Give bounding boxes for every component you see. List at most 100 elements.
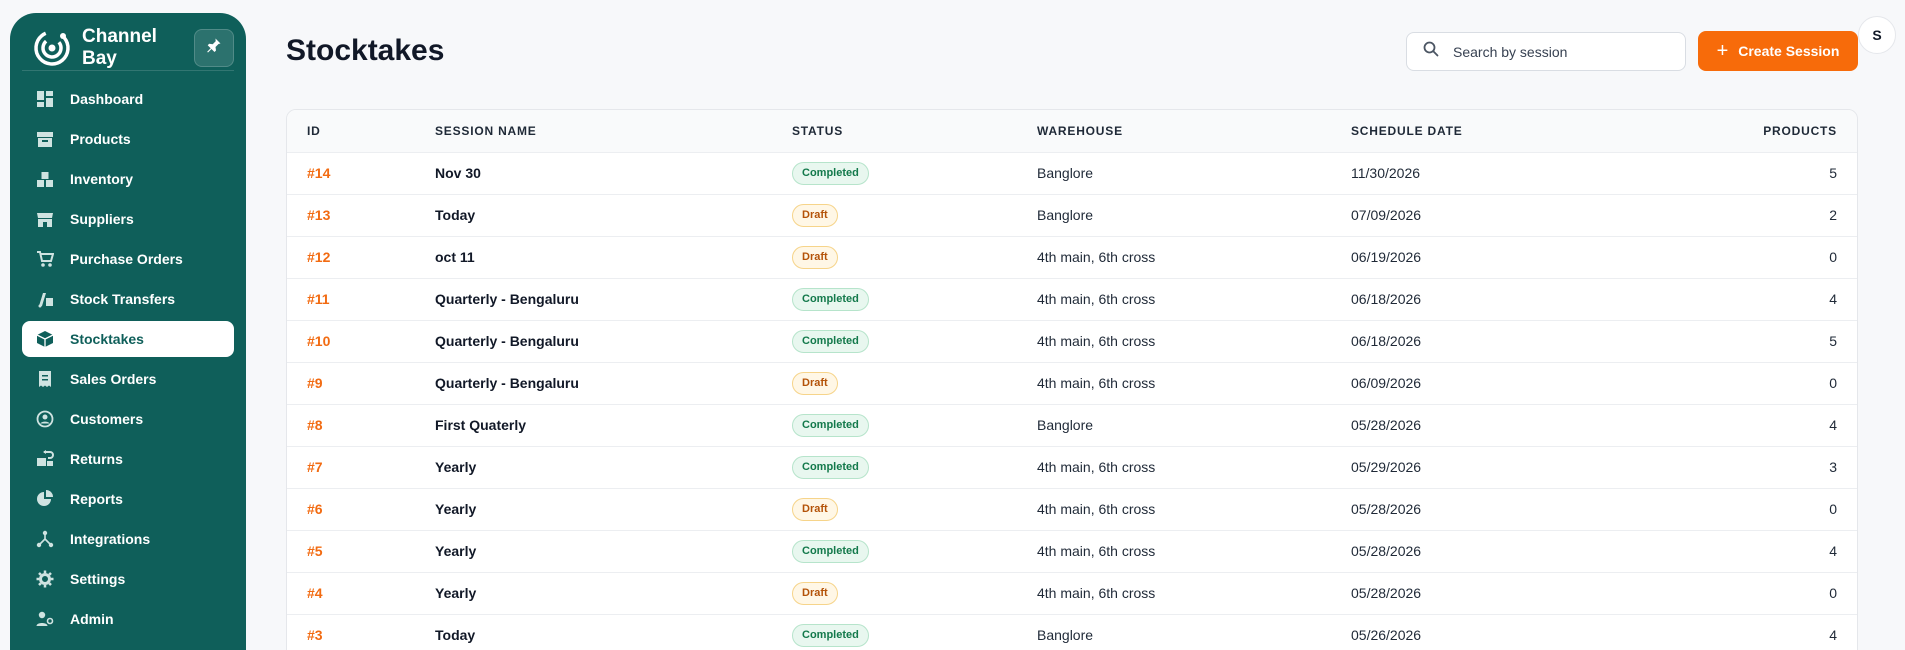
dashboard-icon (36, 90, 54, 108)
products-count-cell: 4 (1829, 291, 1837, 307)
cart-icon (36, 250, 54, 268)
table-header-row: ID SESSION NAME STATUS WAREHOUSE SCHEDUL… (287, 110, 1857, 152)
warehouse-cell: 4th main, 6th cross (1037, 291, 1156, 307)
column-header-products[interactable]: PRODUCTS (1631, 110, 1857, 152)
table-row[interactable]: #11 Quarterly - Bengaluru Completed 4th mai… (287, 278, 1857, 320)
page-title: Stocktakes (286, 34, 445, 67)
products-count-cell: 0 (1829, 249, 1837, 265)
sidebar-item-label: Settings (70, 571, 126, 587)
warehouse-cell: 4th main, 6th cross (1037, 543, 1156, 559)
customers-icon (36, 410, 54, 428)
sidebar-nav: Dashboard Products Inventory Suppliers Purch… (22, 81, 234, 637)
sidebar-item-stocktakes[interactable]: Stocktakes (22, 321, 234, 357)
search-icon (1423, 41, 1439, 62)
session-id-link[interactable]: #8 (287, 404, 415, 446)
sidebar-item-stock-transfers[interactable]: Stock Transfers (22, 281, 234, 317)
products-count-cell: 0 (1829, 501, 1837, 517)
session-id-link[interactable]: #3 (287, 614, 415, 650)
table-row[interactable]: #14 Nov 30 Completed Banglore 11/30/2026 5 (287, 152, 1857, 194)
sidebar-item-label: Stock Transfers (70, 291, 176, 307)
products-icon (36, 130, 54, 148)
schedule-date-cell: 11/30/2026 (1351, 165, 1421, 181)
table-row[interactable]: #12 oct 11 Draft 4th main, 6th cross 06/19/2… (287, 236, 1857, 278)
products-count-cell: 4 (1829, 543, 1837, 559)
status-badge: Completed (792, 329, 869, 353)
search-input[interactable] (1453, 43, 1673, 60)
session-id-link[interactable]: #7 (287, 446, 415, 488)
warehouse-cell: 4th main, 6th cross (1037, 249, 1156, 265)
warehouse-cell: 4th main, 6th cross (1037, 501, 1156, 517)
warehouse-cell: Banglore (1037, 417, 1094, 433)
schedule-date-cell: 05/28/2026 (1351, 501, 1422, 517)
create-session-button[interactable]: + Create Session (1698, 31, 1858, 71)
column-header-schedule-date[interactable]: SCHEDULE DATE (1331, 110, 1631, 152)
products-count-cell: 2 (1829, 207, 1837, 223)
session-id-link[interactable]: #6 (287, 488, 415, 530)
box-icon (36, 330, 54, 348)
pin-sidebar-button[interactable] (194, 28, 234, 67)
sidebar-item-sales-orders[interactable]: Sales Orders (22, 361, 234, 397)
table-row[interactable]: #5 Yearly Completed 4th main, 6th cross 05/2… (287, 530, 1857, 572)
table-row[interactable]: #4 Yearly Draft 4th main, 6th cross 05/28/20… (287, 572, 1857, 614)
session-name: Quarterly - Bengaluru (435, 333, 579, 349)
sidebar-item-label: Admin (70, 611, 114, 627)
gear-icon (36, 570, 54, 588)
sidebar-item-returns[interactable]: Returns (22, 441, 234, 477)
warehouse-cell: 4th main, 6th cross (1037, 375, 1156, 391)
sidebar-item-admin[interactable]: Admin (22, 601, 234, 637)
suppliers-icon (36, 210, 54, 228)
sidebar-item-label: Purchase Orders (70, 251, 183, 267)
sidebar-item-inventory[interactable]: Inventory (22, 161, 234, 197)
sidebar-item-label: Suppliers (70, 211, 134, 227)
session-id-link[interactable]: #5 (287, 530, 415, 572)
session-name: Nov 30 (435, 165, 481, 181)
status-badge: Completed (792, 539, 869, 563)
session-id-link[interactable]: #11 (287, 278, 415, 320)
channel-bay-logo-icon (32, 28, 72, 68)
table-row[interactable]: #10 Quarterly - Bengaluru Completed 4th mai… (287, 320, 1857, 362)
sidebar-item-label: Returns (70, 451, 123, 467)
user-avatar[interactable]: S (1858, 16, 1896, 54)
table-row[interactable]: #8 First Quaterly Completed Banglore 05/28/2… (287, 404, 1857, 446)
status-cell: Completed (772, 446, 1017, 488)
session-name: Quarterly - Bengaluru (435, 375, 579, 391)
session-id-link[interactable]: #9 (287, 362, 415, 404)
sidebar-item-dashboard[interactable]: Dashboard (22, 81, 234, 117)
session-id-link[interactable]: #13 (287, 194, 415, 236)
schedule-date-cell: 05/28/2026 (1351, 543, 1422, 559)
search-box[interactable] (1406, 32, 1686, 71)
session-id-link[interactable]: #14 (287, 152, 415, 194)
session-id-link[interactable]: #12 (287, 236, 415, 278)
status-cell: Draft (772, 194, 1017, 236)
status-badge: Completed (792, 623, 869, 647)
table-row[interactable]: #7 Yearly Completed 4th main, 6th cross 05/2… (287, 446, 1857, 488)
sidebar-item-integrations[interactable]: Integrations (22, 521, 234, 557)
session-name: oct 11 (435, 249, 475, 265)
column-header-session-name[interactable]: SESSION NAME (415, 110, 772, 152)
table-row[interactable]: #3 Today Completed Banglore 05/26/2026 4 (287, 614, 1857, 650)
sidebar-item-customers[interactable]: Customers (22, 401, 234, 437)
schedule-date-cell: 05/29/2026 (1351, 459, 1422, 475)
pin-icon (206, 37, 222, 58)
products-count-cell: 5 (1829, 165, 1837, 181)
create-session-label: Create Session (1738, 43, 1840, 59)
table-row[interactable]: #13 Today Draft Banglore 07/09/2026 2 (287, 194, 1857, 236)
sidebar-item-label: Products (70, 131, 131, 147)
sidebar-item-reports[interactable]: Reports (22, 481, 234, 517)
session-id-link[interactable]: #4 (287, 572, 415, 614)
sidebar-item-settings[interactable]: Settings (22, 561, 234, 597)
schedule-date-cell: 06/18/2026 (1351, 291, 1422, 307)
sidebar-item-suppliers[interactable]: Suppliers (22, 201, 234, 237)
session-name: Yearly (435, 459, 477, 475)
column-header-id[interactable]: ID (287, 110, 415, 152)
column-header-status[interactable]: STATUS (772, 110, 1017, 152)
plus-icon: + (1716, 40, 1729, 62)
table-row[interactable]: #6 Yearly Draft 4th main, 6th cross 05/28/20… (287, 488, 1857, 530)
products-count-cell: 0 (1829, 375, 1837, 391)
sidebar-item-products[interactable]: Products (22, 121, 234, 157)
session-name: Today (435, 207, 476, 223)
table-row[interactable]: #9 Quarterly - Bengaluru Draft 4th main, 6t… (287, 362, 1857, 404)
sidebar-item-purchase-orders[interactable]: Purchase Orders (22, 241, 234, 277)
column-header-warehouse[interactable]: WAREHOUSE (1017, 110, 1331, 152)
session-id-link[interactable]: #10 (287, 320, 415, 362)
